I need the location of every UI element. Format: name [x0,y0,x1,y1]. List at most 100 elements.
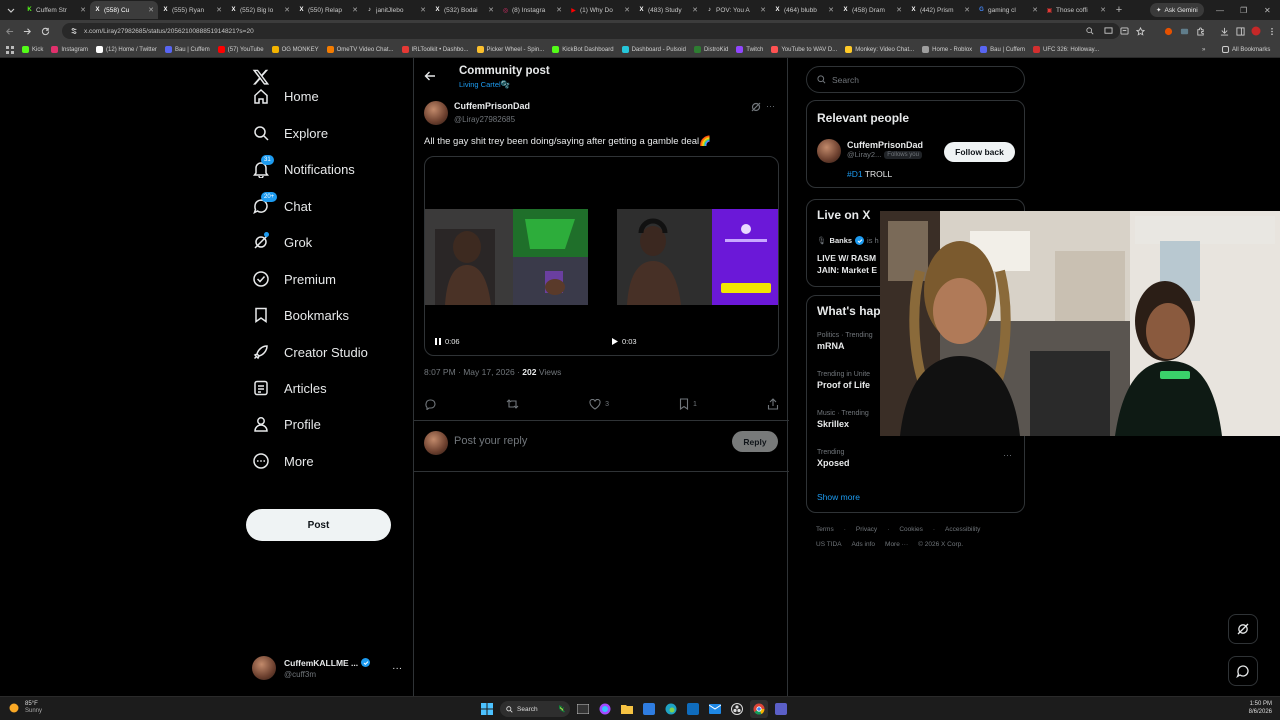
search-input[interactable]: Search [806,66,1025,93]
bookmark-item[interactable]: Twitch [732,46,767,53]
footer-link[interactable]: Ads info [852,541,876,548]
browser-tab[interactable]: X (458) Dram ✕ [838,1,906,19]
close-tab-icon[interactable]: ✕ [624,6,630,14]
browser-tab[interactable]: X (558) Cu ✕ [90,1,158,19]
close-tab-icon[interactable]: ✕ [760,6,766,14]
browser-menu-icon[interactable] [1264,20,1280,42]
obs-icon[interactable] [728,700,746,718]
follow-back-button[interactable]: Follow back [944,142,1015,162]
trend-more-icon[interactable]: ··· [1003,450,1012,460]
community-link[interactable]: Living Cartel🫧 [459,80,510,89]
minimize-button[interactable]: — [1216,0,1224,20]
like-action[interactable]: 3 [589,398,609,410]
close-window-button[interactable]: ✕ [1264,0,1271,20]
browser-tab[interactable]: X (550) Relap ✕ [294,1,362,19]
close-tab-icon[interactable]: ✕ [352,6,358,14]
ask-gemini-button[interactable]: ✦ Ask Gemini [1150,3,1204,17]
bookmark-item[interactable]: OmeTV Video Chat... [323,46,398,53]
extension-icon[interactable] [1160,20,1176,42]
bookmark-item[interactable]: Bau | Cuffem [161,46,214,53]
bookmark-item[interactable]: (57) YouTube [214,46,268,53]
nav-item-profile[interactable]: Profile [252,406,321,442]
post-media[interactable]: 0:06 0:03 [424,156,779,356]
browser-tab[interactable]: X (555) Ryan ✕ [158,1,226,19]
bookmark-item[interactable]: Instagram [47,46,92,53]
post-author-name[interactable]: CuffemPrisonDad [454,101,530,111]
translate-icon[interactable] [1116,20,1132,42]
hashtag-link[interactable]: #D1 [847,169,863,179]
nav-item-chat[interactable]: 20+ Chat [252,188,311,224]
close-tab-icon[interactable]: ✕ [964,6,970,14]
browser-tab[interactable]: X (442) Prism ✕ [906,1,974,19]
trend-item[interactable]: Music · Trending Skrillex [817,410,869,429]
browser-tab[interactable]: ▶ (1) Why Do ✕ [566,1,634,19]
footer-link[interactable]: Cookies [899,526,922,533]
bookmark-item[interactable]: YouTube to WAV D... [767,46,841,53]
extension-icon-2[interactable] [1176,20,1192,42]
bookmark-item[interactable]: DistroKid [690,46,732,53]
browser-tab[interactable]: ◎ (8) Instagra ✕ [498,1,566,19]
back-arrow-icon[interactable] [423,69,439,85]
download-icon[interactable] [1216,20,1232,42]
close-tab-icon[interactable]: ✕ [1032,6,1038,14]
zoom-icon[interactable] [1082,20,1098,42]
nav-item-explore[interactable]: Explore [252,115,328,151]
copilot-icon[interactable] [596,700,614,718]
video-player-1[interactable] [425,209,588,305]
close-tab-icon[interactable]: ✕ [80,6,86,14]
cast-icon[interactable] [1100,20,1116,42]
more-dots-icon[interactable]: ··· [392,663,402,674]
trend-item[interactable]: Trending Xposed [817,449,850,468]
bookmark-item[interactable]: Home - Roblox [918,46,976,53]
browser-tab[interactable]: X (532) Bodai ✕ [430,1,498,19]
start-button[interactable] [478,700,496,718]
post-more-icon[interactable]: ··· [766,101,778,113]
mail-icon[interactable] [706,700,724,718]
footer-link[interactable]: © 2026 X Corp. [918,541,963,548]
bookmark-item[interactable]: KickBot Dashboard [548,46,617,53]
close-tab-icon[interactable]: ✕ [148,6,154,14]
close-tab-icon[interactable]: ✕ [896,6,902,14]
show-more-link[interactable]: Show more [817,492,860,502]
bookmark-item[interactable]: OG MONKEY [268,46,323,53]
maximize-button[interactable]: ❐ [1240,0,1247,20]
share-action[interactable] [767,398,779,410]
forward-button[interactable] [18,20,36,42]
weather-widget[interactable]: 85°F Sunny [8,701,42,715]
bookmark-item[interactable]: (12) Home / Twitter [92,46,161,53]
messages-float-button[interactable] [1228,656,1258,686]
video-2-controls[interactable]: 0:03 [612,337,637,346]
close-tab-icon[interactable]: ✕ [556,6,562,14]
trend-item[interactable]: Politics · Trending mRNA [817,332,873,351]
teams-icon[interactable] [772,700,790,718]
bookmark-action[interactable]: 1 [679,398,697,410]
browser-tab[interactable]: X (464) blubb ✕ [770,1,838,19]
post-timestamp[interactable]: 8:07 PM · May 17, 2026 · [424,367,522,377]
reply-button[interactable]: Reply [732,431,778,452]
system-clock[interactable]: 1:50 PM 8/6/2026 [1249,700,1272,716]
close-tab-icon[interactable]: ✕ [216,6,222,14]
back-button[interactable] [0,20,18,42]
close-tab-icon[interactable]: ✕ [1100,6,1106,14]
outlook-icon[interactable] [684,700,702,718]
profile-avatar-icon[interactable] [1248,20,1264,42]
browser-tab[interactable]: K Cuffem Str ✕ [22,1,90,19]
repost-action[interactable] [506,398,519,410]
person-avatar[interactable] [817,139,841,163]
extensions-puzzle-icon[interactable] [1192,20,1208,42]
browser-tab[interactable]: ▣ Those coffi ✕ [1042,1,1110,19]
nav-item-notifications[interactable]: 31 Notifications [252,151,355,187]
footer-link[interactable]: Privacy [856,526,877,533]
play-icon[interactable] [612,338,618,345]
task-view-icon[interactable] [574,700,592,718]
trend-item[interactable]: Trending in Unite Proof of Life [817,371,870,390]
nav-item-articles[interactable]: Articles [252,370,327,406]
footer-link[interactable]: More ··· [885,541,908,548]
close-tab-icon[interactable]: ✕ [284,6,290,14]
reload-button[interactable] [36,20,54,42]
footer-link[interactable]: Terms [816,526,834,533]
footer-link[interactable]: US TIDA [816,541,842,548]
taskbar-search[interactable]: Search 🦎 [500,701,570,717]
live-space-title[interactable]: LIVE W/ RASM JAIN: Market E [817,252,877,276]
bookmark-item[interactable]: Kick [18,46,47,53]
